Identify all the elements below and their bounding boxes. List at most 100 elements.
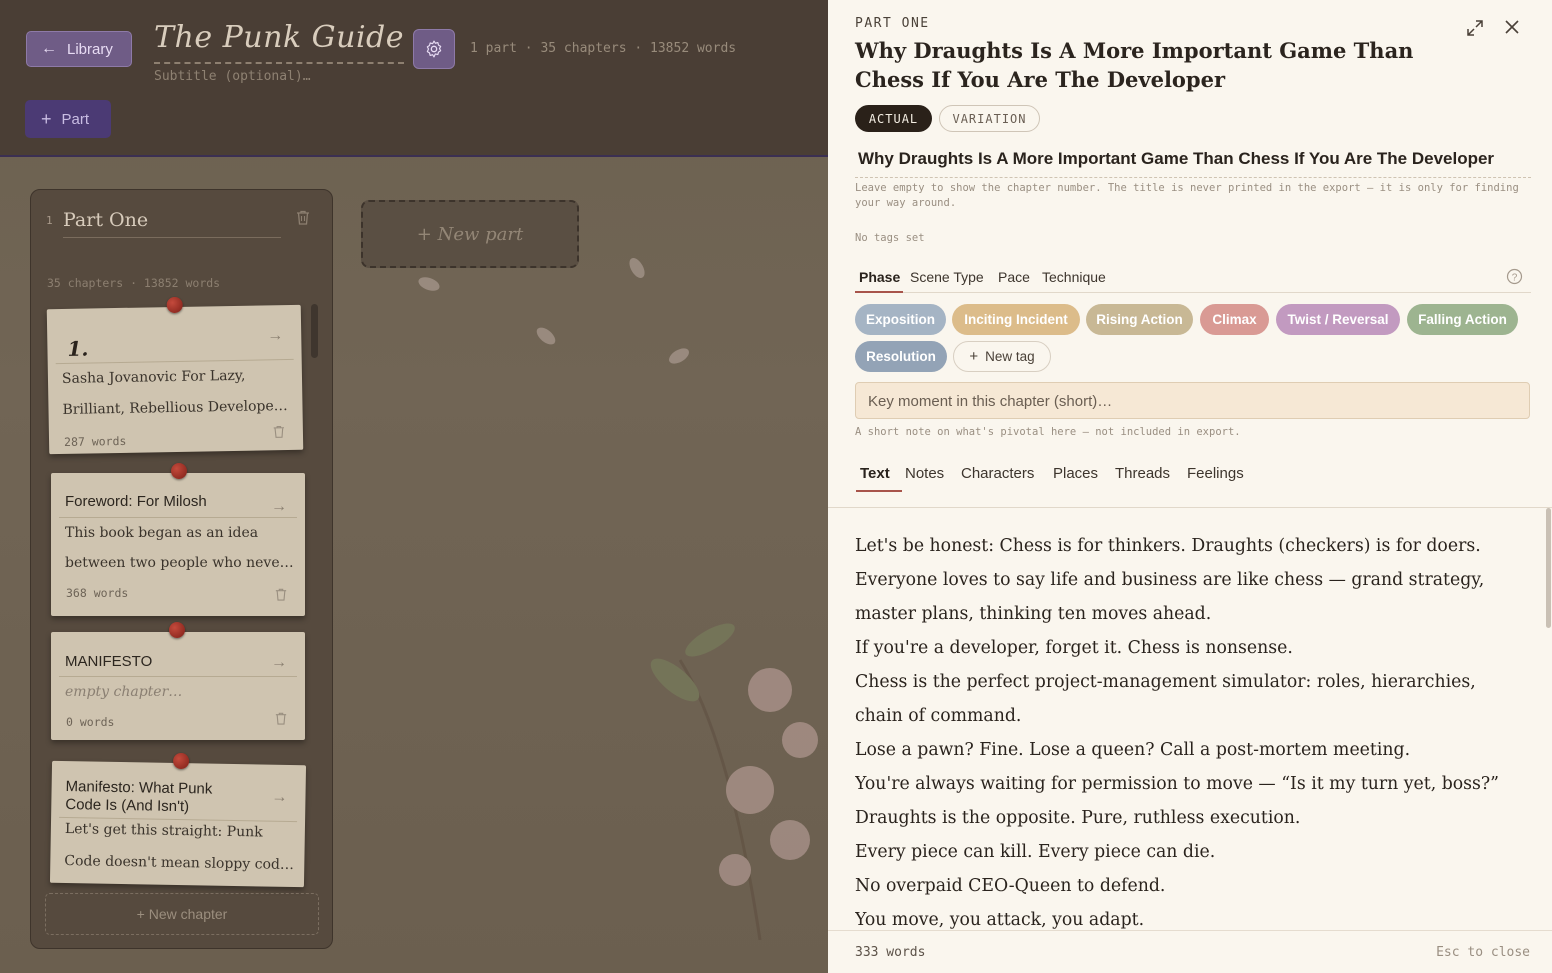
chapter-text-editor[interactable]: Let's be honest: Chess is for thinkers. … xyxy=(855,529,1527,930)
new-tag-button[interactable]: + New tag xyxy=(953,341,1051,372)
active-tab-indicator xyxy=(856,490,902,492)
text-line: master plans, thinking ten moves ahead. xyxy=(855,604,1212,624)
library-button-label: Library xyxy=(67,40,113,58)
tab-phase[interactable]: Phase xyxy=(859,269,900,285)
tag-pill-rising-action[interactable]: Rising Action xyxy=(1086,304,1193,335)
question-circle-icon: ? xyxy=(1506,268,1523,285)
chapter-detail-panel: PART ONE Why Draughts Is A More Importan… xyxy=(828,0,1552,973)
content-tabs: Text Notes Characters Places Threads Fee… xyxy=(828,460,1552,508)
text-line: You move, you attack, you adapt. xyxy=(855,910,1145,930)
chapter-card-title: 1. xyxy=(67,336,89,361)
plus-icon: + xyxy=(969,348,979,365)
chapter-card[interactable]: 1. → Sasha Jovanovic For Lazy, Brilliant… xyxy=(46,296,304,455)
chapter-title-heading: Why Draughts Is A More Important Game Th… xyxy=(855,38,1414,92)
chapter-title-input[interactable]: Why Draughts Is A More Important Game Th… xyxy=(855,145,1531,178)
expand-icon xyxy=(1467,20,1483,36)
tab-threads[interactable]: Threads xyxy=(1115,465,1170,482)
delete-chapter-button[interactable] xyxy=(275,712,287,730)
blossom-illustration xyxy=(650,623,818,940)
trash-icon xyxy=(297,210,309,225)
active-tab-indicator xyxy=(855,291,903,293)
tab-text[interactable]: Text xyxy=(860,465,890,482)
delete-chapter-button[interactable] xyxy=(273,425,285,443)
expand-button[interactable] xyxy=(1465,18,1485,43)
part-name-input[interactable]: Part One xyxy=(63,209,281,238)
tab-characters[interactable]: Characters xyxy=(961,465,1034,482)
tag-pill-inciting-incident[interactable]: Inciting Incident xyxy=(952,304,1080,335)
pin-icon xyxy=(169,622,185,638)
arrow-right-icon[interactable]: → xyxy=(271,654,287,672)
chapter-card-words: 287 words xyxy=(63,433,127,449)
chapter-card[interactable]: MANIFESTO → empty chapter… 0 words xyxy=(51,622,305,740)
chapter-card-words: 368 words xyxy=(66,586,129,600)
arrow-left-icon: ← xyxy=(41,40,57,57)
close-icon xyxy=(1505,20,1519,34)
new-part-button[interactable]: + New part xyxy=(361,200,579,268)
mode-variation-toggle[interactable]: VARIATION xyxy=(939,105,1040,132)
tag-category-tabs: Phase Scene Type Pace Technique xyxy=(855,263,1531,293)
text-line: Let's be honest: Chess is for thinkers. … xyxy=(855,536,1481,556)
trash-icon xyxy=(275,588,287,601)
title-hint: Leave empty to show the chapter number. … xyxy=(855,182,1519,209)
tag-pill-falling-action[interactable]: Falling Action xyxy=(1407,304,1518,335)
svg-text:?: ? xyxy=(1512,273,1518,284)
book-title-input[interactable]: The Punk Guideto xyxy=(154,16,404,64)
key-moment-input[interactable]: Key moment in this chapter (short)… xyxy=(855,382,1530,419)
tag-pill-exposition[interactable]: Exposition xyxy=(855,304,946,335)
chapter-card-excerpt: Sasha Jovanovic For Lazy, xyxy=(61,367,246,387)
chapter-card-excerpt: between two people who neve… xyxy=(65,555,294,571)
petal-decoration xyxy=(533,324,559,348)
settings-button[interactable] xyxy=(413,29,455,69)
pin-icon xyxy=(172,752,190,770)
library-button[interactable]: ← Library xyxy=(26,31,132,67)
word-count: 333 words xyxy=(855,945,926,960)
moment-hint: A short note on what's pivotal here — no… xyxy=(855,426,1241,438)
subtitle-input[interactable]: Subtitle (optional)… xyxy=(154,69,311,84)
part-kicker: PART ONE xyxy=(855,16,930,31)
chapter-card-words: 0 words xyxy=(66,715,115,729)
text-line: chain of command. xyxy=(855,706,1022,726)
tab-notes[interactable]: Notes xyxy=(905,465,944,482)
text-line: Every piece can kill. Every piece can di… xyxy=(855,842,1216,862)
part-column: 1 Part One 35 chapters · 13852 words 1. … xyxy=(30,189,333,949)
part-number: 1 xyxy=(46,214,53,227)
panel-footer: 333 words Esc to close xyxy=(828,930,1552,973)
petal-decoration xyxy=(416,274,442,294)
panel-scrollbar[interactable] xyxy=(1546,508,1551,628)
tab-feelings[interactable]: Feelings xyxy=(1187,465,1244,482)
part-stats: 35 chapters · 13852 words xyxy=(47,276,221,290)
book-stats: 1 part · 35 chapters · 13852 words xyxy=(470,41,737,56)
petal-decoration xyxy=(666,345,692,367)
add-part-button[interactable]: + Part xyxy=(25,100,111,138)
tag-pill-resolution[interactable]: Resolution xyxy=(855,341,947,372)
chapter-card[interactable]: Manifesto: What Punk Code Is (And Isn't)… xyxy=(49,752,307,888)
arrow-right-icon[interactable]: → xyxy=(271,789,287,807)
chapter-card-excerpt: Brilliant, Rebellious Develope… xyxy=(62,398,288,418)
column-scrollbar[interactable] xyxy=(311,304,318,358)
new-chapter-button[interactable]: + New chapter xyxy=(45,893,319,935)
tag-pill-climax[interactable]: Climax xyxy=(1200,304,1269,335)
plus-icon: + xyxy=(41,108,52,129)
text-line: Everyone loves to say life and business … xyxy=(855,570,1485,590)
arrow-right-icon[interactable]: → xyxy=(267,327,283,345)
tab-technique[interactable]: Technique xyxy=(1042,269,1106,285)
close-button[interactable] xyxy=(1503,18,1521,41)
chapter-card-title: MANIFESTO xyxy=(65,653,153,670)
text-line: Lose a pawn? Fine. Lose a queen? Call a … xyxy=(855,740,1411,760)
help-button[interactable]: ? xyxy=(1506,268,1523,290)
tab-scene-type[interactable]: Scene Type xyxy=(910,269,984,285)
delete-part-button[interactable] xyxy=(296,210,310,230)
trash-icon xyxy=(273,425,285,438)
tab-places[interactable]: Places xyxy=(1053,465,1098,482)
arrow-right-icon[interactable]: → xyxy=(271,498,287,516)
tag-pill-twist-reversal[interactable]: Twist / Reversal xyxy=(1276,304,1400,335)
chapter-card-excerpt: empty chapter… xyxy=(65,684,183,700)
tab-pace[interactable]: Pace xyxy=(998,269,1030,285)
delete-chapter-button[interactable] xyxy=(275,588,287,606)
card-divider xyxy=(55,358,294,365)
text-line: If you're a developer, forget it. Chess … xyxy=(855,638,1293,658)
text-line: No overpaid CEO-Queen to defend. xyxy=(855,876,1166,896)
pin-icon xyxy=(166,296,183,314)
mode-actual-toggle[interactable]: ACTUAL xyxy=(855,105,932,132)
chapter-card[interactable]: Foreword: For Milosh → This book began a… xyxy=(51,463,305,616)
